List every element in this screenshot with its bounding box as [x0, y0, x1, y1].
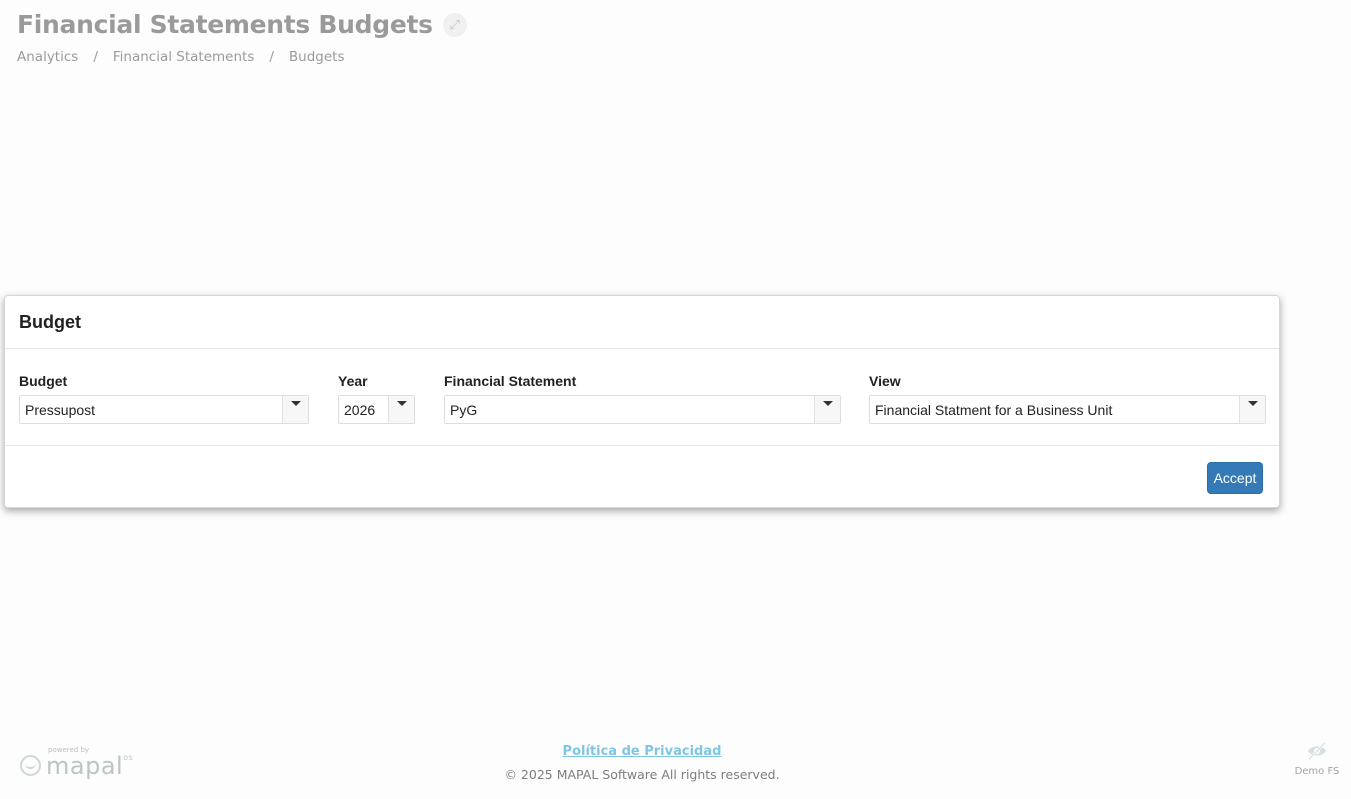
breadcrumb-item-analytics[interactable]: Analytics — [17, 49, 78, 65]
budget-field: Budget Pressupost — [19, 373, 309, 424]
page-title: Financial Statements Budgets — [17, 10, 433, 39]
breadcrumb-item-budgets: Budgets — [288, 49, 345, 65]
budget-modal: Budget Budget Pressupost Year 2026 Finan… — [4, 295, 1280, 508]
financial-statement-label: Financial Statement — [444, 373, 577, 389]
view-select-value: Financial Statment for a Business Unit — [875, 401, 1113, 418]
modal-title: Budget — [19, 311, 81, 332]
copyright-text: © 2025 MAPAL Software All rights reserve… — [504, 767, 780, 782]
budget-label: Budget — [19, 373, 68, 389]
view-select[interactable]: Financial Statment for a Business Unit — [869, 395, 1266, 424]
chevron-down-icon[interactable] — [814, 396, 840, 423]
financial-statement-field: Financial Statement PyG — [444, 373, 841, 424]
year-select[interactable]: 2026 — [338, 395, 415, 424]
breadcrumb-separator: / — [269, 49, 274, 65]
breadcrumb-separator: / — [93, 49, 98, 65]
breadcrumb: Analytics / Financial Statements / Budge… — [17, 49, 467, 65]
footer: Política de Privacidad © 2025 MAPAL Soft… — [0, 740, 1284, 782]
view-label: View — [869, 373, 901, 389]
privacy-policy-link[interactable]: Política de Privacidad — [563, 744, 722, 759]
modal-footer: Accept — [5, 446, 1279, 507]
demo-fs-badge[interactable]: Demo FS — [1284, 741, 1350, 777]
modal-body: Budget Pressupost Year 2026 Financial St… — [5, 349, 1279, 446]
budget-select[interactable]: Pressupost — [19, 395, 309, 424]
accept-button[interactable]: Accept — [1207, 462, 1263, 494]
financial-statement-select[interactable]: PyG — [444, 395, 841, 424]
demo-fs-label: Demo FS — [1294, 766, 1340, 777]
modal-header: Budget — [5, 296, 1279, 349]
chevron-down-icon[interactable] — [282, 396, 308, 423]
chevron-down-icon[interactable] — [388, 396, 414, 423]
hidden-eye-icon — [1284, 741, 1350, 763]
page-header: Financial Statements Budgets ⤢ Analytics… — [17, 10, 467, 65]
year-select-value: 2026 — [344, 401, 376, 418]
breadcrumb-item-financial-statements[interactable]: Financial Statements — [113, 49, 254, 65]
year-label: Year — [338, 373, 368, 389]
title-row: Financial Statements Budgets ⤢ — [17, 10, 467, 39]
chevron-down-icon[interactable] — [1239, 396, 1265, 423]
year-field: Year 2026 — [338, 373, 415, 424]
expand-icon[interactable]: ⤢ — [442, 12, 467, 37]
view-field: View Financial Statment for a Business U… — [869, 373, 1266, 424]
financial-statement-select-value: PyG — [450, 401, 478, 418]
budget-select-value: Pressupost — [25, 401, 96, 418]
